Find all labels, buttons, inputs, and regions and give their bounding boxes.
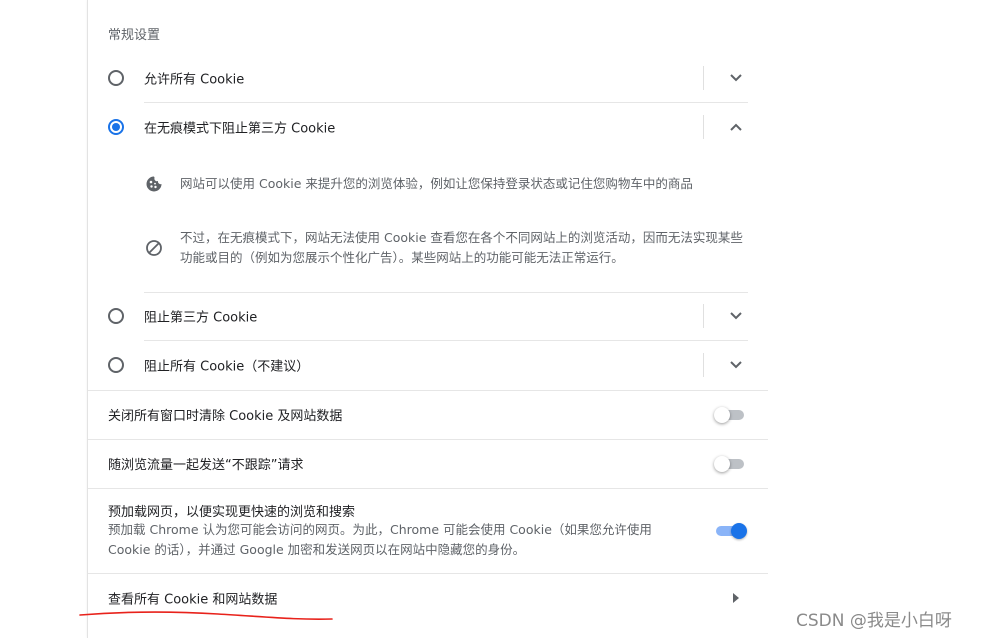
radio-button[interactable] [108, 70, 124, 86]
see-all-cookies-label: 查看所有 Cookie 和网站数据 [108, 592, 278, 608]
radio-button[interactable] [108, 308, 124, 324]
block-icon [144, 238, 164, 258]
toggle-knob [731, 523, 747, 539]
separator [703, 304, 704, 328]
red-underline-annotation [79, 611, 333, 620]
block-detail-text: 不过，在无痕模式下，网站无法使用 Cookie 查看您在各个不同网站上的浏览活动… [180, 230, 743, 265]
radio-label: 阻止所有 Cookie（不建议） [144, 359, 310, 375]
chevron-up-icon[interactable] [724, 115, 748, 139]
left-gutter [0, 0, 87, 638]
toggle-label: 随浏览流量一起发送“不跟踪”请求 [108, 458, 304, 473]
separator [703, 353, 704, 377]
separator [703, 66, 704, 90]
radio-label: 在无痕模式下阻止第三方 Cookie [144, 121, 336, 137]
chevron-down-icon[interactable] [724, 353, 748, 377]
do-not-track-toggle[interactable] [714, 453, 744, 475]
clear-cookies-on-exit-row[interactable]: 关闭所有窗口时清除 Cookie 及网站数据 [88, 391, 768, 439]
cookie-detail-text: 网站可以使用 Cookie 来提升您的浏览体验，例如让您保持登录状态或记住您购物… [180, 176, 693, 191]
toggle-sublabel: 预加载 Chrome 认为您可能会访问的网页。为此，Chrome 可能会使用 C… [108, 522, 652, 557]
block-detail: 不过，在无痕模式下，网站无法使用 Cookie 查看您在各个不同网站上的浏览活动… [144, 228, 754, 272]
radio-block-third-party-incognito[interactable]: 在无痕模式下阻止第三方 Cookie [88, 103, 768, 151]
radio-label: 允许所有 Cookie [144, 72, 245, 88]
radio-block-all-cookies[interactable]: 阻止所有 Cookie（不建议） [88, 341, 768, 389]
preload-pages-toggle[interactable] [714, 520, 747, 542]
toggle-label: 预加载网页，以便实现更快速的浏览和搜索 [108, 505, 356, 520]
radio-block-third-party[interactable]: 阻止第三方 Cookie [88, 292, 768, 340]
chevron-down-icon[interactable] [724, 304, 748, 328]
arrow-right-icon[interactable] [728, 590, 744, 606]
toggle-knob [714, 407, 730, 423]
radio-button[interactable] [108, 357, 124, 373]
section-title: 常规设置 [108, 28, 161, 43]
radio-button-checked[interactable] [108, 119, 124, 135]
cookie-icon [144, 174, 164, 194]
chevron-down-icon[interactable] [724, 66, 748, 90]
preload-pages-row[interactable]: 预加载网页，以便实现更快速的浏览和搜索 预加载 Chrome 认为您可能会访问的… [88, 489, 768, 574]
right-blank-area [768, 0, 984, 638]
toggle-label: 关闭所有窗口时清除 Cookie 及网站数据 [108, 409, 343, 424]
cookie-detail: 网站可以使用 Cookie 来提升您的浏览体验，例如让您保持登录状态或记住您购物… [144, 174, 754, 196]
cookie-settings-card: 常规设置 允许所有 Cookie 在无痕模式下阻止第三方 Cookie 网站可以… [87, 0, 769, 638]
radio-allow-all-cookies[interactable]: 允许所有 Cookie [88, 54, 768, 102]
toggle-knob [714, 456, 730, 472]
do-not-track-row[interactable]: 随浏览流量一起发送“不跟踪”请求 [88, 440, 768, 488]
separator [703, 115, 704, 139]
watermark: CSDN @我是小白呀 [796, 611, 952, 631]
radio-label: 阻止第三方 Cookie [144, 310, 258, 326]
clear-cookies-toggle[interactable] [714, 404, 744, 426]
